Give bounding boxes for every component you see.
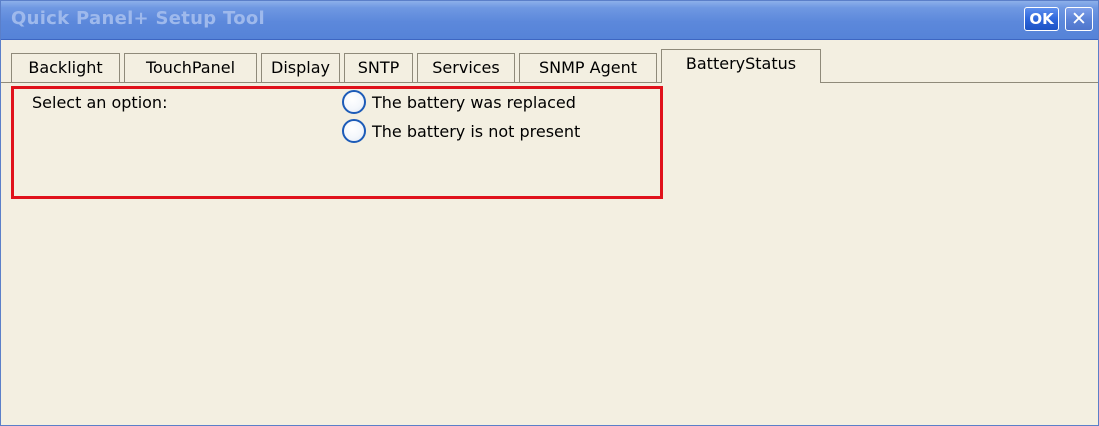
tab-sntp[interactable]: SNTP (344, 53, 413, 82)
select-option-label: Select an option: (32, 93, 168, 112)
tab-batterystatus[interactable]: BatteryStatus (661, 49, 821, 84)
title-bar[interactable]: Quick Panel+ Setup Tool OK ✕ (1, 1, 1098, 40)
battery-replaced-option[interactable]: The battery was replaced (342, 89, 576, 115)
close-icon: ✕ (1071, 8, 1087, 30)
close-button[interactable]: ✕ (1065, 7, 1093, 31)
tab-display[interactable]: Display (261, 53, 340, 82)
battery-status-panel: Select an option: The battery was replac… (1, 83, 1098, 425)
tab-strip: Backlight TouchPanel Display SNTP Servic… (1, 40, 1098, 84)
window-title: Quick Panel+ Setup Tool (11, 8, 266, 29)
setup-tool-window: Quick Panel+ Setup Tool OK ✕ Backlight T… (0, 0, 1099, 426)
battery-not-present-radio[interactable] (342, 119, 366, 143)
tab-snmp-agent[interactable]: SNMP Agent (519, 53, 657, 82)
tab-backlight[interactable]: Backlight (11, 53, 120, 82)
tab-touchpanel[interactable]: TouchPanel (124, 53, 257, 82)
ok-button[interactable]: OK (1024, 7, 1059, 31)
tab-services[interactable]: Services (417, 53, 515, 82)
battery-not-present-option[interactable]: The battery is not present (342, 118, 580, 144)
battery-replaced-label[interactable]: The battery was replaced (372, 93, 576, 112)
battery-replaced-radio[interactable] (342, 90, 366, 114)
battery-not-present-label[interactable]: The battery is not present (372, 122, 580, 141)
